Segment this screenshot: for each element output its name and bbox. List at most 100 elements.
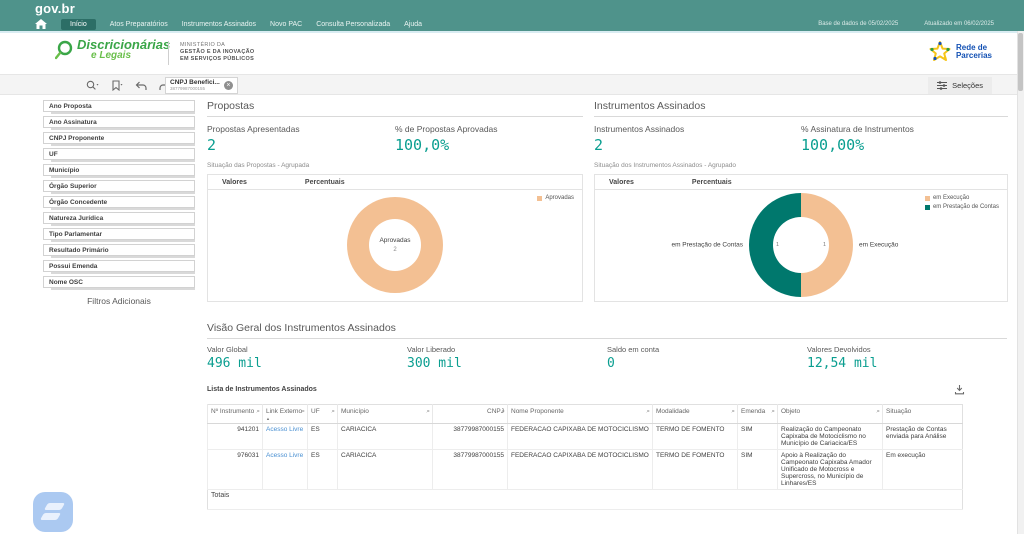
col-municipio[interactable]: Município⌕ <box>338 405 433 424</box>
column-search-icon[interactable]: ⌕ <box>771 408 775 416</box>
chip-close-icon[interactable]: × <box>224 81 233 90</box>
table-row[interactable]: 976031 Acesso Livre ES CARIACICA 3877998… <box>208 450 963 490</box>
filter-ano-assinatura[interactable]: Ano Assinatura <box>43 116 195 128</box>
filter-ano-proposta[interactable]: Ano Proposta <box>43 100 195 112</box>
filter-cnpj-proponente[interactable]: CNPJ Proponente <box>43 132 195 144</box>
col-nome-proponente[interactable]: Nome Proponente⌕ <box>508 405 653 424</box>
col-modalidade[interactable]: Modalidade⌕ <box>653 405 738 424</box>
kpi-pct-assinatura: % Assinatura de Instrumentos 100,00% <box>801 124 1008 154</box>
donut-center-value: 2 <box>393 247 396 253</box>
column-search-icon[interactable]: ⌕ <box>731 408 735 416</box>
col-n-instrumento[interactable]: Nº Instrumento⌕ <box>208 405 263 424</box>
nav-item-novo-pac[interactable]: Novo PAC <box>270 21 302 28</box>
cell-instrumento[interactable]: 976031 <box>208 450 263 490</box>
table-header-row: Nº Instrumento⌕ Link Externo▲⌕ UF⌕ Munic… <box>208 405 963 424</box>
nav-item-ajuda[interactable]: Ajuda <box>404 21 422 28</box>
cell-objeto[interactable]: Apoio à Realização do Campeonato Capixab… <box>778 450 883 490</box>
kpi-valor-liberado: Valor Liberado 300 mil <box>407 345 607 371</box>
col-cnpj[interactable]: CNPJ⌕ <box>433 405 508 424</box>
cell-link-externo[interactable]: Acesso Livre <box>263 450 308 490</box>
cell-uf[interactable]: ES <box>308 450 338 490</box>
col-uf[interactable]: UF⌕ <box>308 405 338 424</box>
cell-nome-proponente[interactable]: FEDERACAO CAPIXABA DE MOTOCICLISMO <box>508 450 653 490</box>
cell-cnpj[interactable]: 38779987000155 <box>433 450 508 490</box>
column-search-icon[interactable]: ⌕ <box>331 408 335 416</box>
filter-tipo-parlamentar[interactable]: Tipo Parlamentar <box>43 228 195 240</box>
nav-item-atos-preparatorios[interactable]: Atos Preparatórios <box>110 21 168 28</box>
active-filter-chip-cnpj[interactable]: CNPJ Benefici... 38779987000155 × <box>165 77 238 94</box>
column-search-icon[interactable]: ⌕ <box>876 408 880 416</box>
cell-link-externo[interactable]: Acesso Livre <box>263 424 308 450</box>
filter-orgao-superior[interactable]: Órgão Superior <box>43 180 195 192</box>
tab-percentuais[interactable]: Percentuais <box>305 179 345 186</box>
cell-uf[interactable]: ES <box>308 424 338 450</box>
partner-line2: Parcerias <box>956 52 992 60</box>
scrollbar-thumb[interactable] <box>1018 33 1023 91</box>
cell-emenda[interactable]: SIM <box>738 450 778 490</box>
tab-valores[interactable]: Valores <box>222 179 247 186</box>
cell-municipio[interactable]: CARIACICA <box>338 450 433 490</box>
donut-propostas[interactable]: Aprovadas 2 <box>347 197 443 293</box>
cell-situacao[interactable]: Em execução <box>883 450 963 490</box>
slice-label-prestacao: em Prestação de Contas <box>671 242 743 249</box>
ministry-label: MINISTÉRIO DA GESTÃO E DA INOVAÇÃO EM SE… <box>180 42 254 63</box>
app-logo: Discricionárias e Legais <box>55 39 170 61</box>
step-back-icon[interactable] <box>133 78 148 93</box>
column-search-icon[interactable]: ⌕ <box>301 408 305 416</box>
nav-item-inicio[interactable]: Início <box>61 19 96 30</box>
page-scrollbar[interactable] <box>1017 0 1024 534</box>
cell-municipio[interactable]: CARIACICA <box>338 424 433 450</box>
additional-filters-link[interactable]: Filtros Adicionais <box>43 296 195 306</box>
download-icon[interactable] <box>954 384 965 395</box>
filter-uf[interactable]: UF <box>43 148 195 160</box>
filter-nome-osc[interactable]: Nome OSC <box>43 276 195 288</box>
cell-modalidade[interactable]: TERMO DE FOMENTO <box>653 424 738 450</box>
assistant-fab-button[interactable] <box>33 492 73 532</box>
cell-cnpj[interactable]: 38779987000155 <box>433 424 508 450</box>
column-search-icon[interactable]: ⌕ <box>646 408 650 416</box>
propostas-donut-chart[interactable]: Valores Percentuais Aprovadas Aprovadas … <box>207 174 583 302</box>
selections-search-icon[interactable] <box>85 78 100 93</box>
filter-municipio[interactable]: Município <box>43 164 195 176</box>
selections-toolbar: CNPJ Benefici... 38779987000155 × Seleçõ… <box>0 74 1024 95</box>
sort-asc-icon: ▲ <box>266 416 304 421</box>
donut-instrumentos[interactable]: em Prestação de Contas em Execução 1 1 <box>749 193 853 297</box>
donut-center-label: Aprovadas <box>379 237 410 244</box>
selections-button[interactable]: Seleções <box>928 77 992 94</box>
home-icon[interactable] <box>35 19 47 29</box>
col-link-externo[interactable]: Link Externo▲⌕ <box>263 405 308 424</box>
cell-nome-proponente[interactable]: FEDERACAO CAPIXABA DE MOTOCICLISMO <box>508 424 653 450</box>
propostas-section: Propostas Propostas Apresentadas 2 % de … <box>207 100 583 302</box>
nav-item-instrumentos-assinados[interactable]: Instrumentos Assinados <box>182 21 256 28</box>
cell-situacao[interactable]: Prestação de Contas enviada para Análise <box>883 424 963 450</box>
tab-percentuais-2[interactable]: Percentuais <box>692 179 732 186</box>
instrumentos-section-title: Instrumentos Assinados <box>594 100 1008 117</box>
bookmarks-icon[interactable] <box>109 78 124 93</box>
filter-orgao-concedente[interactable]: Órgão Concedente <box>43 196 195 208</box>
propostas-chart-subtitle: Situação das Propostas - Agrupada <box>207 162 583 172</box>
column-search-icon[interactable]: ⌕ <box>501 408 505 416</box>
instrumentos-donut-chart[interactable]: Valores Percentuais em Execução em Prest… <box>594 174 1008 302</box>
filter-possui-emenda[interactable]: Possui Emenda <box>43 260 195 272</box>
cell-objeto[interactable]: Realização do Campeonato Capixaba de Mot… <box>778 424 883 450</box>
cell-modalidade[interactable]: TERMO DE FOMENTO <box>653 450 738 490</box>
filter-natureza-juridica[interactable]: Natureza Jurídica <box>43 212 195 224</box>
govbr-logo[interactable]: gov.br <box>35 1 75 16</box>
tab-valores-2[interactable]: Valores <box>609 179 634 186</box>
gov-header-bar: gov.br Início Atos Preparatórios Instrum… <box>0 0 1024 31</box>
slice-label-execucao: em Execução <box>859 242 898 249</box>
logo-divider <box>168 41 169 65</box>
col-emenda[interactable]: Emenda⌕ <box>738 405 778 424</box>
column-search-icon[interactable]: ⌕ <box>426 408 430 416</box>
col-objeto[interactable]: Objeto⌕ <box>778 405 883 424</box>
cell-instrumento[interactable]: 941201 <box>208 424 263 450</box>
chip-field-value: 38779987000155 <box>170 86 220 92</box>
column-search-icon[interactable]: ⌕ <box>256 408 260 416</box>
table-row[interactable]: 941201 Acesso Livre ES CARIACICA 3877998… <box>208 424 963 450</box>
col-situacao[interactable]: Situação <box>883 405 963 424</box>
filter-resultado-primario[interactable]: Resultado Primário <box>43 244 195 256</box>
cell-emenda[interactable]: SIM <box>738 424 778 450</box>
nav-item-consulta-personalizada[interactable]: Consulta Personalizada <box>316 21 390 28</box>
propostas-section-title: Propostas <box>207 100 583 117</box>
kpi-instrumentos-assinados: Instrumentos Assinados 2 <box>594 124 801 154</box>
